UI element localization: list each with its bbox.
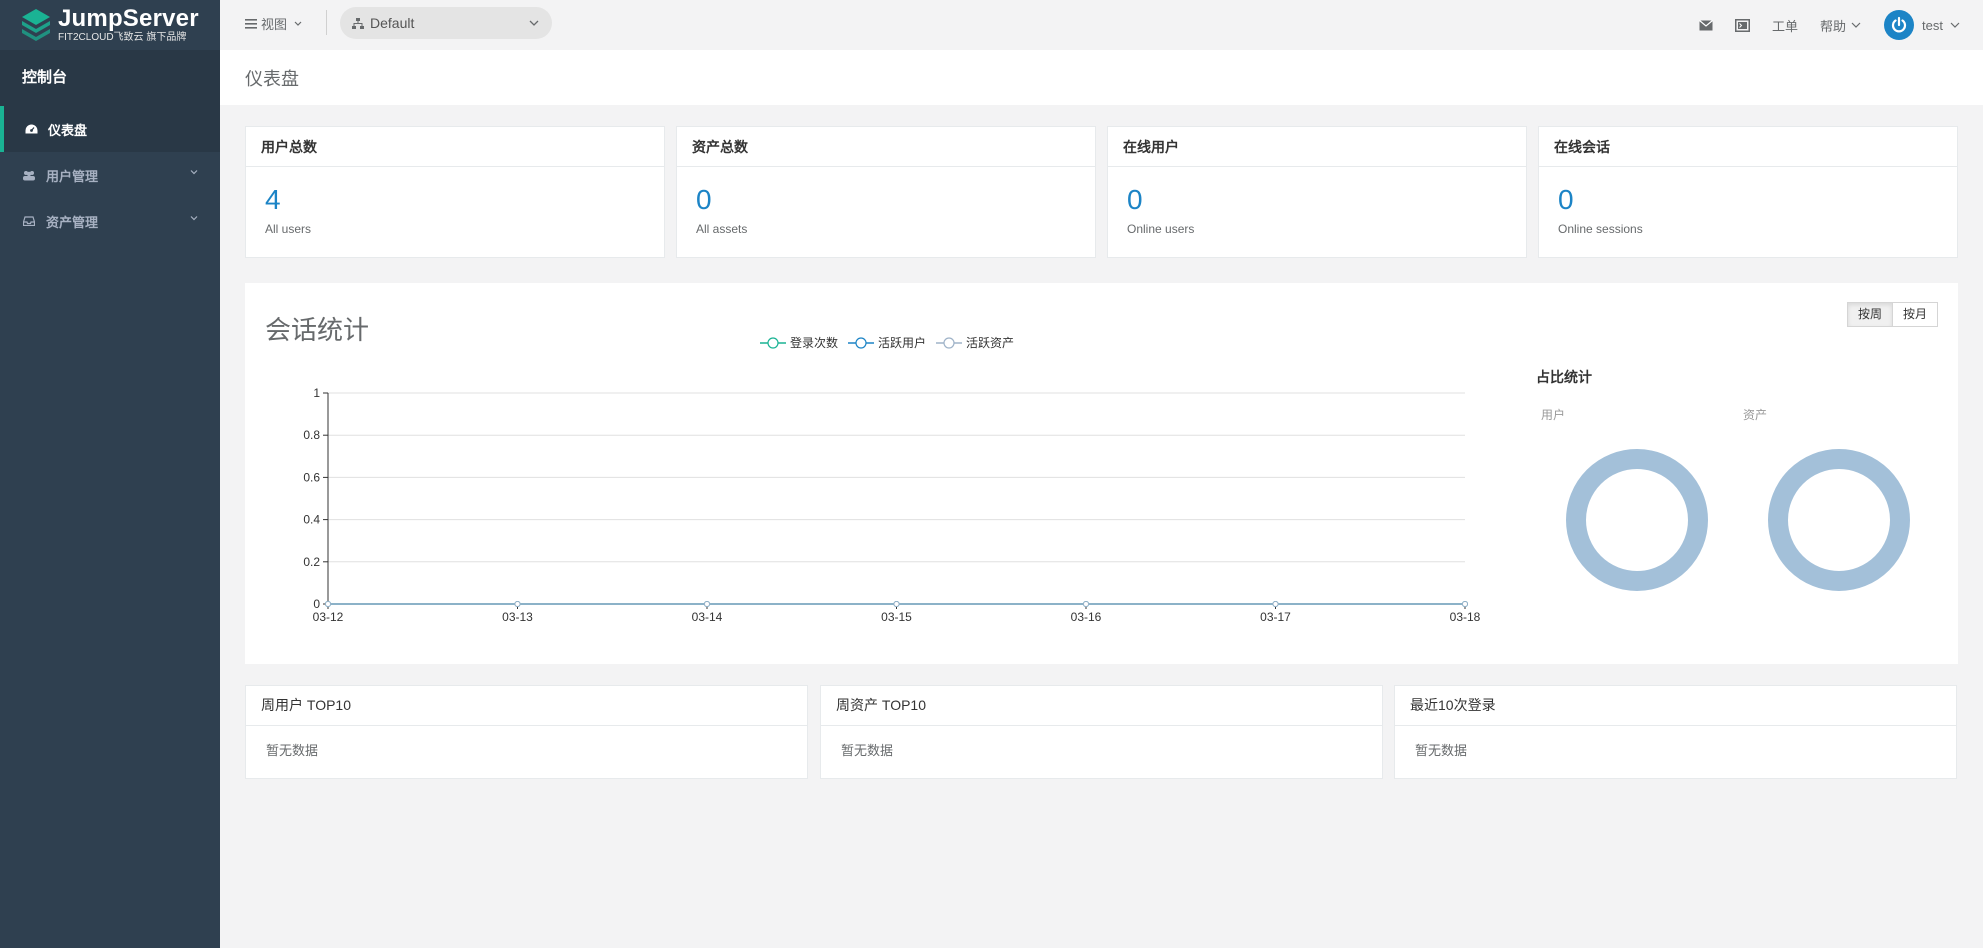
panel-title: 周用户 TOP10 <box>246 686 807 726</box>
brand-subtitle: FIT2CLOUD飞致云 旗下品牌 <box>58 31 187 43</box>
empty-text: 暂无数据 <box>841 743 894 758</box>
stat-title: 资产总数 <box>677 127 1095 167</box>
data-point <box>1462 601 1468 607</box>
x-tick-label: 03-13 <box>502 610 533 624</box>
stat-card-assets: 资产总数 0 All assets <box>676 126 1096 258</box>
data-point <box>514 601 521 607</box>
menu-bars-icon <box>245 18 257 29</box>
page-heading: 仪表盘 <box>220 50 1983 105</box>
chevron-down-icon <box>190 170 198 175</box>
x-tick-label: 03-18 <box>1450 610 1481 624</box>
stat-value[interactable]: 0 <box>696 185 712 215</box>
stat-card-online-users: 在线用户 0 Online users <box>1107 126 1527 258</box>
dashboard-icon <box>24 123 38 135</box>
weekly-user-top10-panel: 周用户 TOP10 暂无数据 <box>245 685 808 779</box>
chevron-down-icon <box>190 216 198 221</box>
jumpserver-logo-icon <box>22 9 50 41</box>
stat-title: 在线会话 <box>1539 127 1957 167</box>
y-tick-label: 0 <box>313 597 320 611</box>
chevron-down-icon <box>294 21 302 26</box>
data-point <box>704 601 710 607</box>
username: test <box>1922 17 1943 33</box>
panel-title: 周资产 TOP10 <box>821 686 1382 726</box>
view-menu[interactable]: 视图 <box>245 14 305 33</box>
chevron-down-icon <box>1950 22 1960 28</box>
data-point <box>325 601 331 607</box>
power-icon <box>1891 16 1907 33</box>
help-menu-label: 帮助 <box>1820 18 1847 34</box>
stat-label: Online sessions <box>1558 222 1643 236</box>
user-menu[interactable]: test <box>1884 10 1961 40</box>
stat-card-online-sessions: 在线会话 0 Online sessions <box>1538 126 1958 258</box>
stat-value[interactable]: 4 <box>265 185 281 215</box>
stat-title: 用户总数 <box>246 127 664 167</box>
sitemap-icon <box>352 17 364 29</box>
panel-title: 最近10次登录 <box>1395 686 1956 726</box>
y-tick-label: 0.8 <box>303 428 320 442</box>
x-tick-label: 03-14 <box>692 610 723 624</box>
data-point <box>1083 601 1089 607</box>
x-tick-label: 03-16 <box>1071 610 1102 624</box>
sidebar: JumpServer FIT2CLOUD飞致云 旗下品牌 控制台 仪表盘 用户管… <box>0 0 220 948</box>
org-select-value: Default <box>370 15 415 31</box>
tickets-link[interactable]: 工单 <box>1772 16 1798 35</box>
y-tick-label: 0.4 <box>303 513 320 527</box>
stat-value[interactable]: 0 <box>1127 185 1143 215</box>
view-menu-label: 视图 <box>261 17 288 32</box>
data-point <box>1272 601 1279 607</box>
org-select[interactable]: Default <box>340 7 552 39</box>
stat-label: Online users <box>1127 222 1195 236</box>
y-tick-label: 0.2 <box>303 555 320 569</box>
chevron-down-icon <box>529 20 539 26</box>
terminal-icon <box>1735 18 1750 32</box>
stat-label: All assets <box>696 222 748 236</box>
data-point <box>893 601 900 607</box>
ratio-stats-title: 占比统计 <box>1536 369 1592 385</box>
recent-logins-panel: 最近10次登录 暂无数据 <box>1394 685 1957 779</box>
x-tick-label: 03-12 <box>313 610 344 624</box>
stat-label: All users <box>265 222 312 236</box>
x-tick-label: 03-15 <box>881 610 912 624</box>
logo[interactable]: JumpServer FIT2CLOUD飞致云 旗下品牌 <box>0 0 220 50</box>
users-icon <box>22 169 36 181</box>
help-menu[interactable]: 帮助 <box>1820 16 1862 35</box>
messages-button[interactable] <box>1699 19 1713 31</box>
weekly-asset-top10-panel: 周资产 TOP10 暂无数据 <box>820 685 1383 779</box>
topbar-right: 工单 帮助 test <box>1677 10 1961 40</box>
chevron-down-icon <box>1851 22 1861 28</box>
sidebar-item-dashboard[interactable]: 仪表盘 <box>0 106 220 152</box>
sidebar-item-label: 资产管理 <box>46 214 99 230</box>
donut-user-label: 用户 <box>1541 408 1566 422</box>
x-tick-label: 03-17 <box>1260 610 1291 624</box>
y-tick-label: 0.6 <box>303 470 320 484</box>
stat-title: 在线用户 <box>1108 127 1526 167</box>
sidebar-item-label: 用户管理 <box>46 168 99 184</box>
donut-user[interactable] <box>1565 448 1709 592</box>
page-title: 仪表盘 <box>245 69 299 89</box>
sidebar-item-assets[interactable]: 资产管理 <box>0 198 220 244</box>
inbox-icon <box>22 215 36 227</box>
sidebar-item-users[interactable]: 用户管理 <box>0 152 220 198</box>
brand-title: JumpServer <box>58 4 199 32</box>
session-stats-panel: 会话统计 按周 按月 登录次数 活跃用户 活跃资产 0 0.2 0.4 0.6 0.8 1 03… <box>245 283 1958 664</box>
topbar: 视图 Default 工单 帮助 test <box>220 0 1983 45</box>
empty-text: 暂无数据 <box>1415 743 1468 758</box>
stat-card-users: 用户总数 4 All users <box>245 126 665 258</box>
empty-text: 暂无数据 <box>266 743 319 758</box>
donut-asset-label: 资产 <box>1743 408 1768 422</box>
sidebar-item-label: 仪表盘 <box>48 122 88 138</box>
web-terminal-button[interactable] <box>1735 18 1750 32</box>
topbar-divider <box>326 10 327 35</box>
envelope-icon <box>1699 19 1713 30</box>
stat-value[interactable]: 0 <box>1558 185 1574 215</box>
avatar <box>1884 10 1915 40</box>
y-tick-label: 1 <box>313 386 320 400</box>
console-header: 控制台 <box>0 50 220 106</box>
donut-asset[interactable] <box>1767 448 1911 592</box>
